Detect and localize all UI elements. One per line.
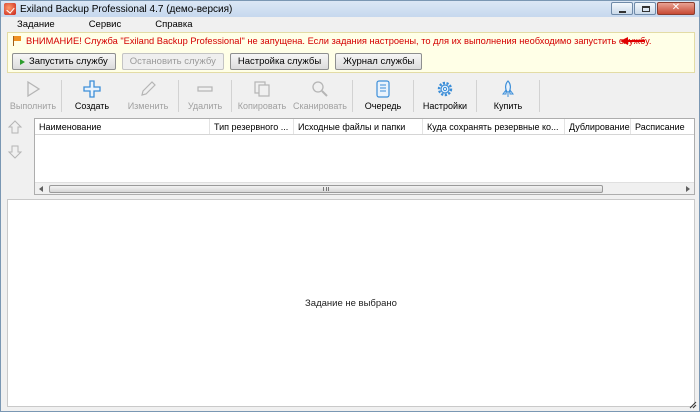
toolbar-separator bbox=[413, 80, 414, 112]
toolbar-buy-label: Купить bbox=[493, 101, 523, 111]
toolbar-separator bbox=[231, 80, 232, 112]
toolbar-create-label: Создать bbox=[74, 101, 110, 111]
toolbar-settings-button[interactable]: Настройки bbox=[416, 77, 474, 115]
service-settings-button[interactable]: Настройка службы bbox=[229, 53, 330, 70]
minimize-button[interactable] bbox=[611, 2, 633, 15]
toolbar-run-label: Выполнить bbox=[9, 101, 57, 111]
menu-task[interactable]: Задание bbox=[17, 19, 55, 30]
window-controls: ✕ bbox=[611, 2, 695, 15]
app-window: Exiland Backup Professional 4.7 (демо-ве… bbox=[0, 0, 700, 412]
stop-service-label: Остановить службу bbox=[129, 56, 216, 67]
toolbar-edit-label: Изменить bbox=[127, 101, 169, 111]
column-header-duplication[interactable]: Дублирование bbox=[565, 119, 631, 134]
service-buttons: Запустить службу Остановить службу Настр… bbox=[12, 53, 423, 70]
column-header-backup-type[interactable]: Тип резервного ... bbox=[210, 119, 294, 134]
warning-line: ВНИМАНИЕ! Служба "Exiland Backup Profess… bbox=[12, 36, 651, 46]
plus-icon bbox=[83, 80, 101, 98]
toolbar-separator bbox=[178, 80, 179, 112]
toolbar-scan-label: Сканировать bbox=[293, 101, 347, 111]
toolbar-settings-label: Настройки bbox=[422, 101, 468, 111]
scroll-left-icon[interactable] bbox=[39, 186, 43, 192]
start-service-button[interactable]: Запустить службу bbox=[12, 53, 116, 70]
toolbar-delete-button[interactable]: Удалить bbox=[181, 77, 229, 115]
stop-service-button[interactable]: Остановить службу bbox=[121, 53, 224, 70]
magnifier-icon bbox=[312, 81, 328, 97]
flag-icon bbox=[12, 36, 22, 46]
play-icon bbox=[27, 80, 41, 98]
move-up-icon[interactable] bbox=[7, 120, 23, 134]
toolbar-buy-button[interactable]: Купить bbox=[479, 77, 537, 115]
column-header-destination[interactable]: Куда сохранять резервные ко... bbox=[423, 119, 565, 134]
toolbar-separator bbox=[539, 80, 540, 112]
scrollbar-thumb[interactable] bbox=[49, 185, 603, 193]
maximize-button[interactable] bbox=[634, 2, 656, 15]
close-icon: ✕ bbox=[671, 2, 681, 13]
service-warning-panel: ВНИМАНИЕ! Служба "Exiland Backup Profess… bbox=[7, 32, 695, 73]
gear-icon bbox=[437, 81, 453, 97]
copy-icon bbox=[254, 81, 270, 97]
column-header-schedule[interactable]: Расписание bbox=[631, 119, 694, 134]
grip-icon bbox=[323, 187, 329, 191]
scroll-right-icon[interactable] bbox=[686, 186, 690, 192]
main-toolbar: Выполнить Создать Изменить Удалить Копир… bbox=[7, 77, 695, 115]
menu-help[interactable]: Справка bbox=[155, 19, 192, 30]
start-service-label: Запустить службу bbox=[29, 56, 108, 67]
pencil-icon bbox=[141, 81, 156, 96]
queue-icon bbox=[376, 80, 390, 98]
tasks-table[interactable]: Наименование Тип резервного ... Исходные… bbox=[34, 118, 695, 195]
toolbar-queue-button[interactable]: Очередь bbox=[355, 77, 411, 115]
maximize-icon bbox=[642, 6, 650, 12]
task-details-panel: Задание не выбрано bbox=[7, 199, 695, 407]
toolbar-run-button[interactable]: Выполнить bbox=[7, 77, 59, 115]
toolbar-edit-button[interactable]: Изменить bbox=[120, 77, 176, 115]
service-log-button[interactable]: Журнал службы bbox=[335, 53, 423, 70]
menu-service[interactable]: Сервис bbox=[89, 19, 122, 30]
service-log-label: Журнал службы bbox=[343, 56, 415, 67]
move-down-icon[interactable] bbox=[7, 145, 23, 159]
start-triangle-icon bbox=[20, 58, 25, 65]
toolbar-separator bbox=[61, 80, 62, 112]
toolbar-separator bbox=[352, 80, 353, 112]
minus-icon bbox=[197, 86, 213, 92]
toolbar-separator bbox=[476, 80, 477, 112]
no-task-selected-text: Задание не выбрано bbox=[305, 297, 397, 309]
warning-text: ВНИМАНИЕ! Служба "Exiland Backup Profess… bbox=[26, 36, 652, 46]
toolbar-copy-button[interactable]: Копировать bbox=[234, 77, 290, 115]
service-settings-label: Настройка службы bbox=[237, 56, 322, 67]
window-title: Exiland Backup Professional 4.7 (демо-ве… bbox=[20, 3, 233, 15]
move-buttons bbox=[7, 120, 27, 170]
toolbar-delete-label: Удалить bbox=[187, 101, 223, 111]
menu-bar: Задание Сервис Справка bbox=[1, 17, 699, 32]
table-header: Наименование Тип резервного ... Исходные… bbox=[35, 119, 694, 135]
close-button[interactable]: ✕ bbox=[657, 2, 695, 15]
column-header-name[interactable]: Наименование bbox=[35, 119, 210, 134]
main-area: Наименование Тип резервного ... Исходные… bbox=[7, 115, 695, 407]
horizontal-scrollbar[interactable] bbox=[35, 182, 694, 194]
toolbar-scan-button[interactable]: Сканировать bbox=[290, 77, 350, 115]
toolbar-create-button[interactable]: Создать bbox=[64, 77, 120, 115]
rocket-icon bbox=[502, 80, 514, 97]
toolbar-queue-label: Очередь bbox=[364, 101, 402, 111]
app-logo-icon bbox=[4, 3, 16, 15]
resize-grip-icon[interactable] bbox=[689, 401, 697, 409]
minimize-icon bbox=[619, 11, 626, 13]
column-header-source[interactable]: Исходные файлы и папки bbox=[294, 119, 423, 134]
title-bar[interactable]: Exiland Backup Professional 4.7 (демо-ве… bbox=[1, 1, 699, 17]
red-arrow-icon bbox=[620, 37, 645, 45]
toolbar-copy-label: Копировать bbox=[237, 101, 287, 111]
